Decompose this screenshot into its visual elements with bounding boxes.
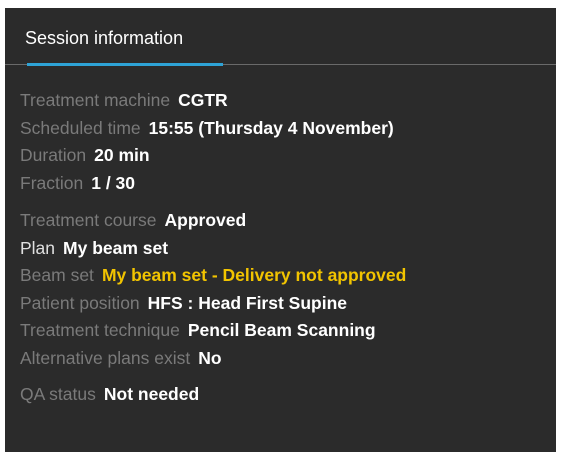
scheduled-time-value: 15:55 (Thursday 4 November): [148, 117, 394, 138]
treatment-machine-row: Treatment machine CGTR: [20, 87, 550, 115]
fraction-label: Fraction: [20, 172, 84, 193]
treatment-course-label: Treatment course: [20, 210, 157, 230]
tab-bar: Session information: [5, 8, 556, 66]
duration-row: Duration 20 min: [20, 142, 550, 170]
alternative-plans-row: Alternative plans exist No: [20, 345, 550, 373]
beam-set-row: Beam set My beam set - Delivery not appro…: [20, 262, 550, 290]
tab-session-information[interactable]: Session information: [25, 27, 225, 66]
beam-set-label: Beam set: [20, 265, 94, 285]
patient-position-value: HFS : Head First Supine: [147, 292, 347, 313]
plan-value: My beam set: [63, 237, 169, 258]
scheduled-time-row: Scheduled time 15:55 (Thursday 4 November…: [20, 115, 550, 143]
session-information-panel: Session information Treatment machine CGT…: [5, 8, 556, 452]
treatment-course-value: Approved: [164, 210, 247, 230]
qa-status-row: QA status Not needed: [20, 381, 550, 409]
treatment-course-row: Treatment course Approved: [20, 207, 550, 235]
treatment-machine-value: CGTR: [178, 90, 228, 110]
treatment-technique-row: Treatment technique Pencil Beam Scanning: [20, 317, 550, 345]
patient-position-row: Patient position HFS : Head First Supine: [20, 290, 550, 318]
scheduled-time-label: Scheduled time: [20, 117, 141, 138]
alternative-plans-value: No: [198, 347, 222, 368]
qa-status-label: QA status: [20, 384, 96, 404]
active-tab-indicator: [27, 63, 223, 66]
fraction-value: 1 / 30: [91, 172, 136, 193]
duration-value: 20 min: [94, 145, 150, 165]
treatment-technique-label: Treatment technique: [20, 320, 180, 340]
beam-set-value: My beam set - Delivery not approved: [101, 265, 407, 285]
qa-status-value: Not needed: [103, 384, 200, 404]
plan-label: Plan: [20, 237, 56, 258]
plan-row: Plan My beam set: [20, 235, 550, 263]
alternative-plans-label: Alternative plans exist: [20, 347, 191, 368]
session-details: Treatment machine CGTR Scheduled time 15:5…: [20, 87, 550, 409]
treatment-technique-value: Pencil Beam Scanning: [187, 320, 376, 340]
patient-position-label: Patient position: [20, 292, 140, 313]
fraction-row: Fraction 1 / 30: [20, 170, 550, 198]
duration-label: Duration: [20, 145, 87, 165]
tab-label: Session information: [25, 28, 184, 48]
treatment-machine-label: Treatment machine: [20, 90, 171, 110]
